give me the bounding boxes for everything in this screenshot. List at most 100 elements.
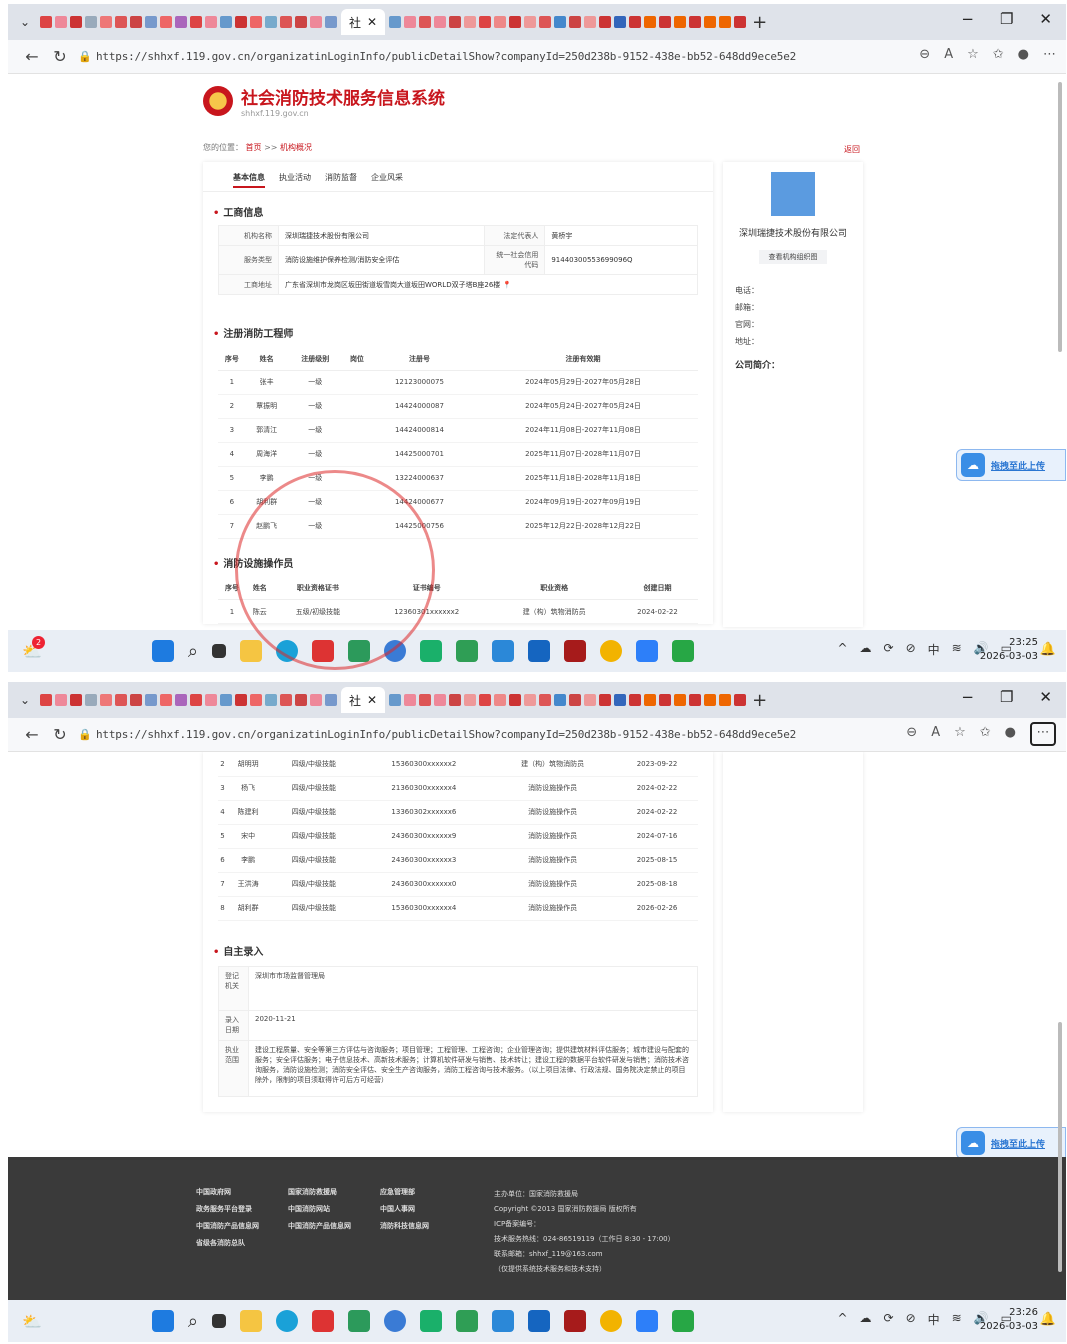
- reload-icon[interactable]: ↻: [46, 725, 74, 744]
- footer-link[interactable]: 中国消防产品信息网: [196, 1221, 288, 1231]
- close-tab-icon[interactable]: ✕: [367, 15, 377, 29]
- chevron-down-icon[interactable]: ⌄: [14, 15, 36, 29]
- drag-upload-widget[interactable]: ☁ 拖拽至此上传: [956, 449, 1066, 481]
- file-explorer-icon[interactable]: [240, 640, 263, 662]
- browser-app-icon[interactable]: [636, 640, 659, 662]
- qq-icon[interactable]: [600, 640, 623, 662]
- tab-practice[interactable]: 执业活动: [279, 172, 311, 191]
- profile-avatar-icon[interactable]: ●: [1005, 725, 1016, 746]
- footer-link[interactable]: 中国消防网站: [288, 1204, 380, 1214]
- chat-icon[interactable]: [456, 1310, 479, 1332]
- minimize-icon[interactable]: −: [961, 688, 974, 706]
- read-aloud-icon[interactable]: A: [944, 47, 953, 62]
- breadcrumb-home-link[interactable]: 首页: [246, 143, 262, 152]
- cloud-icon[interactable]: ☁: [860, 1311, 872, 1328]
- footer-link[interactable]: 中国政府网: [196, 1187, 288, 1197]
- wifi-icon[interactable]: ≋: [952, 641, 962, 658]
- cloud-icon[interactable]: ☁: [860, 641, 872, 658]
- search-icon[interactable]: ⌕: [188, 1311, 198, 1332]
- footer-link[interactable]: 国家消防救援局: [288, 1187, 380, 1197]
- start-menu-icon[interactable]: [151, 640, 174, 662]
- favorite-star-icon[interactable]: ☆: [954, 725, 966, 746]
- sync-icon[interactable]: ⟳: [884, 1311, 894, 1328]
- footer-link[interactable]: 应急管理部: [380, 1187, 472, 1197]
- chevron-up-icon[interactable]: ^: [837, 1311, 847, 1328]
- pdf-icon[interactable]: [564, 640, 587, 662]
- footer-link[interactable]: 中国消防产品信息网: [288, 1221, 380, 1231]
- search-app-icon[interactable]: [528, 640, 551, 662]
- url-field-2[interactable]: https://shhxf.119.gov.cn/organizatinLogi…: [96, 728, 796, 741]
- url-field[interactable]: https://shhxf.119.gov.cn/organizatinLogi…: [96, 50, 796, 63]
- wechat-icon[interactable]: [420, 640, 443, 662]
- task-view-icon[interactable]: [212, 644, 227, 658]
- minimize-icon[interactable]: −: [961, 10, 974, 28]
- footer-link[interactable]: 消防科技信息网: [380, 1221, 472, 1231]
- favorite-star-icon[interactable]: ☆: [967, 47, 979, 62]
- zoom-icon[interactable]: ⊖: [906, 725, 917, 746]
- wifi-icon[interactable]: ≋: [952, 1311, 962, 1328]
- close-window-icon[interactable]: ✕: [1039, 688, 1052, 706]
- taskbar-clock-2[interactable]: 23:26 2026-03-03: [980, 1306, 1038, 1334]
- wps-icon[interactable]: [312, 1310, 335, 1332]
- file-explorer-icon[interactable]: [240, 1310, 263, 1332]
- weather-widget-icon[interactable]: ⛅ 2: [22, 635, 45, 661]
- weather-widget-icon[interactable]: ⛅: [22, 1312, 42, 1331]
- tab-supervision[interactable]: 消防监督: [325, 172, 357, 191]
- qq-icon[interactable]: [600, 1310, 623, 1332]
- close-tab-icon[interactable]: ✕: [367, 693, 377, 707]
- more-menu-icon[interactable]: ⋯: [1030, 722, 1056, 746]
- network-app-icon[interactable]: [492, 640, 515, 662]
- footer-link[interactable]: 省级各消防总队: [196, 1238, 288, 1248]
- notepad-icon[interactable]: [672, 1310, 695, 1332]
- mail-icon[interactable]: [348, 1310, 371, 1332]
- pdf-icon[interactable]: [564, 1310, 587, 1332]
- search-icon[interactable]: ⌕: [188, 641, 198, 662]
- map-pin-icon[interactable]: 📍: [503, 281, 512, 289]
- more-menu-icon[interactable]: ⋯: [1043, 47, 1056, 62]
- active-tab-2[interactable]: 社 ✕: [341, 687, 386, 713]
- chrome-icon[interactable]: [384, 1310, 407, 1332]
- task-view-icon[interactable]: [212, 1314, 227, 1328]
- restore-icon[interactable]: ❐: [1000, 688, 1013, 706]
- chevron-up-icon[interactable]: ^: [837, 641, 847, 658]
- drag-upload-widget-2[interactable]: ☁ 拖拽至此上传: [956, 1127, 1066, 1159]
- site-info-icon[interactable]: 🔒: [74, 728, 96, 741]
- active-tab[interactable]: 社 ✕: [341, 9, 386, 35]
- new-tab-icon[interactable]: +: [752, 690, 767, 711]
- back-link[interactable]: 返回: [844, 144, 860, 155]
- favorites-icon[interactable]: ✩: [993, 47, 1004, 62]
- chat-icon[interactable]: [456, 640, 479, 662]
- tab-basic-info[interactable]: 基本信息: [233, 172, 265, 188]
- restore-icon[interactable]: ❐: [1000, 10, 1013, 28]
- input-method-indicator-2[interactable]: 中: [928, 1311, 940, 1328]
- wechat-icon[interactable]: [420, 1310, 443, 1332]
- new-tab-icon[interactable]: +: [752, 12, 767, 33]
- notification-icon[interactable]: 🔔: [1040, 1312, 1056, 1327]
- page-scrollbar[interactable]: [1058, 82, 1062, 352]
- reload-icon[interactable]: ↻: [46, 47, 74, 66]
- chevron-down-icon[interactable]: ⌄: [14, 693, 36, 707]
- network-app-icon[interactable]: [492, 1310, 515, 1332]
- page-scrollbar-2[interactable]: [1058, 1022, 1062, 1272]
- mute-icon[interactable]: ⊘: [906, 1311, 916, 1328]
- mute-icon[interactable]: ⊘: [906, 641, 916, 658]
- browser-app-icon[interactable]: [636, 1310, 659, 1332]
- read-aloud-icon[interactable]: A: [931, 725, 940, 746]
- back-arrow-icon[interactable]: ←: [18, 725, 46, 744]
- view-org-chart-button[interactable]: 查看机构组织图: [759, 250, 827, 264]
- favorites-icon[interactable]: ✩: [980, 725, 991, 746]
- footer-link[interactable]: 中国人事网: [380, 1204, 472, 1214]
- footer-link[interactable]: 政务服务平台登录: [196, 1204, 288, 1214]
- notification-icon[interactable]: 🔔: [1040, 642, 1056, 657]
- zoom-icon[interactable]: ⊖: [919, 47, 930, 62]
- profile-avatar-icon[interactable]: ●: [1018, 47, 1029, 62]
- tab-showcase[interactable]: 企业风采: [371, 172, 403, 191]
- search-app-icon[interactable]: [528, 1310, 551, 1332]
- site-info-icon[interactable]: 🔒: [74, 50, 96, 63]
- sync-icon[interactable]: ⟳: [884, 641, 894, 658]
- taskbar-clock[interactable]: 23:25 2026-03-03: [980, 636, 1038, 664]
- start-menu-icon[interactable]: [151, 1310, 174, 1332]
- close-window-icon[interactable]: ✕: [1039, 10, 1052, 28]
- edge-browser-icon[interactable]: [276, 1310, 299, 1332]
- notepad-icon[interactable]: [672, 640, 695, 662]
